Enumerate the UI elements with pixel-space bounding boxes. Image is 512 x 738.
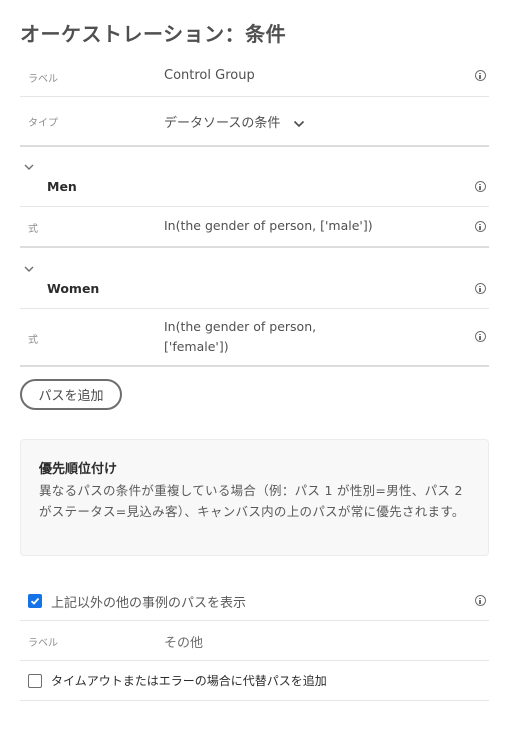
expression-value-line-1[interactable]: In(the gender of person, (164, 319, 316, 334)
chevron-down-icon (293, 120, 304, 127)
type-row: タイプ データソースの条件 (20, 97, 489, 143)
checkmark-icon (30, 597, 40, 605)
label-caption: ラベル (28, 74, 58, 85)
page-title: オーケストレーション：条件 (20, 22, 287, 46)
divider (20, 246, 489, 248)
timeout-checkbox[interactable] (28, 674, 42, 688)
priority-info-box: 優先順位付け 異なるパスの条件が重複している場合（例：パス 1 が性別=男性、パ… (20, 439, 489, 556)
expression-caption: 式 (28, 335, 38, 346)
info-icon[interactable] (475, 70, 486, 81)
expression-caption: 式 (28, 224, 38, 235)
type-value: データソースの条件 (164, 116, 281, 131)
other-paths-label[interactable]: 上記以外の他の事例のパスを表示 (51, 592, 246, 611)
path-name: Men (47, 179, 77, 194)
divider (20, 145, 489, 147)
path-header-men: Men (20, 170, 489, 207)
path-name: Women (47, 281, 100, 296)
other-label-row: ラベル その他 (20, 621, 489, 661)
info-icon[interactable] (475, 181, 486, 192)
path-expression-row: 式 In(the gender of person, ['female']) (20, 309, 489, 367)
info-icon[interactable] (475, 221, 486, 232)
type-dropdown[interactable]: データソースの条件 (164, 112, 305, 131)
other-label-caption: ラベル (28, 638, 58, 649)
priority-description: 異なるパスの条件が重複している場合（例：パス 1 が性別=男性、パス 2 がステ… (39, 483, 465, 519)
other-paths-checkbox[interactable] (28, 594, 42, 608)
path-expression-row: 式 In(the gender of person, ['male']) (20, 207, 489, 245)
info-icon[interactable] (475, 283, 486, 294)
info-icon[interactable] (475, 595, 486, 606)
other-label-value[interactable]: その他 (164, 632, 203, 651)
expression-value-line-2[interactable]: ['female']) (164, 339, 229, 354)
other-paths-row: 上記以外の他の事例のパスを表示 (20, 586, 489, 621)
label-row: ラベル Control Group (20, 56, 489, 97)
info-icon[interactable] (475, 331, 486, 342)
priority-title: 優先順位付け (39, 462, 118, 477)
label-value[interactable]: Control Group (164, 68, 255, 83)
expression-value[interactable]: In(the gender of person, ['male']) (164, 218, 373, 233)
timeout-row: タイムアウトまたはエラーの場合に代替パスを追加 (20, 661, 489, 701)
timeout-label[interactable]: タイムアウトまたはエラーの場合に代替パスを追加 (51, 672, 327, 689)
path-header-women: Women (20, 272, 489, 309)
add-path-button[interactable]: パスを追加 (20, 379, 122, 410)
type-caption: タイプ (28, 118, 58, 129)
